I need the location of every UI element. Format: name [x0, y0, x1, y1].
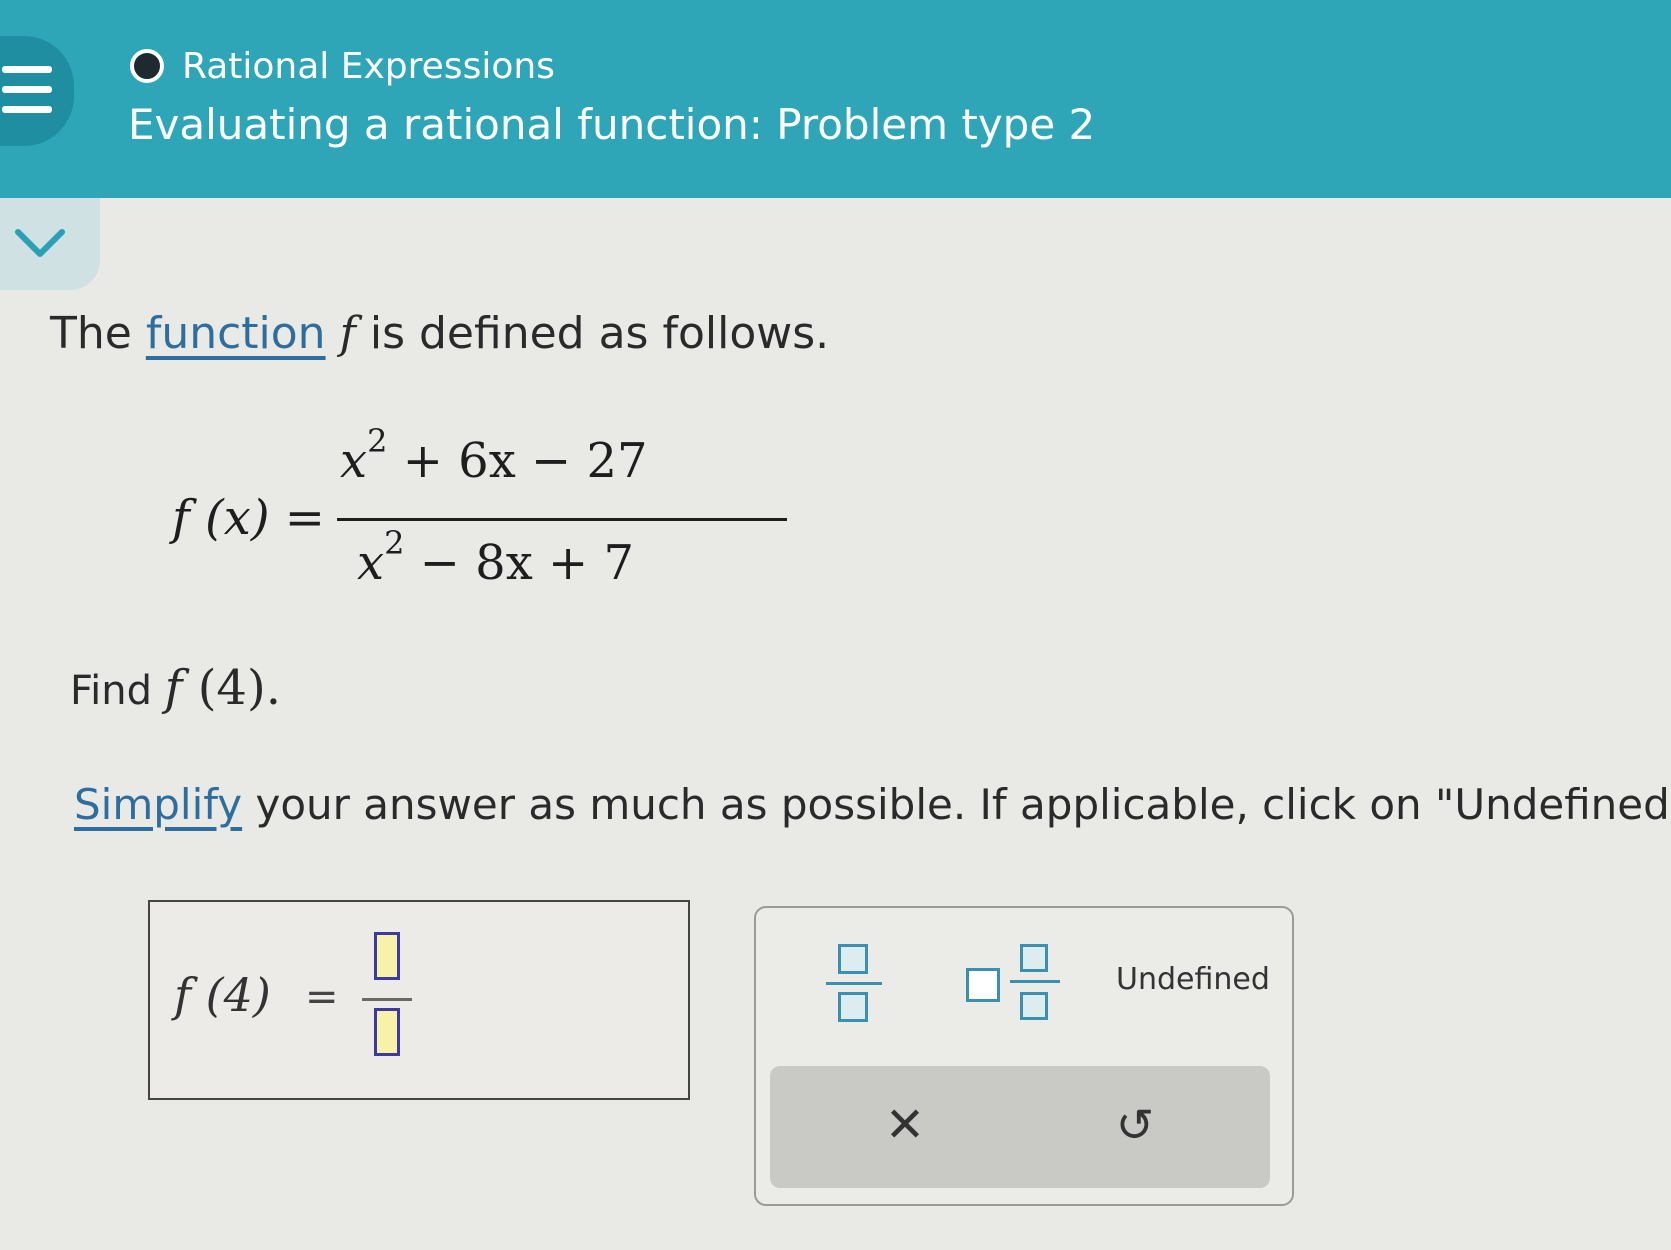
mixed-number-key[interactable]	[966, 944, 1066, 1026]
numerator-exponent: 2	[367, 422, 388, 460]
mixed-bottom-icon	[1020, 992, 1048, 1020]
action-bar: ✕ ↺	[770, 1066, 1270, 1188]
find-variable: f	[164, 660, 183, 716]
intro-variable: f	[339, 308, 356, 359]
answer-equals: =	[305, 974, 339, 1020]
fraction-key-bottom-icon	[838, 992, 868, 1022]
answer-fraction-bar	[362, 998, 412, 1001]
fraction-key-top-icon	[838, 944, 868, 974]
find-argument: (4).	[182, 660, 281, 716]
collapse-button[interactable]	[0, 198, 100, 290]
instruction: Simplify your answer as much as possible…	[74, 780, 1670, 829]
menu-icon-bar	[2, 106, 52, 113]
menu-icon-bar	[2, 86, 52, 93]
numerator-rest: + 6x − 27	[387, 433, 648, 489]
intro-suffix: is defined as follows.	[355, 308, 830, 359]
chevron-down-icon	[15, 229, 65, 257]
instruction-text: your answer as much as possible. If appl…	[242, 780, 1670, 829]
denominator-x: x	[357, 535, 385, 591]
page-title: Evaluating a rational function: Problem …	[128, 100, 1096, 149]
find-prompt: Find f (4).	[70, 660, 281, 716]
undefined-button[interactable]: Undefined	[1116, 962, 1270, 997]
topic-row: Rational Expressions	[130, 44, 555, 88]
answer-lhs: f (4)	[174, 968, 271, 1022]
formula-lhs: f (x) =	[172, 490, 326, 546]
find-label: Find	[70, 668, 165, 714]
undo-icon: ↺	[1115, 1098, 1155, 1152]
topic-dot-icon	[130, 49, 164, 83]
topic-label: Rational Expressions	[182, 45, 555, 87]
function-link[interactable]: function	[146, 308, 326, 359]
denominator-rest: − 8x + 7	[404, 535, 635, 591]
undo-button[interactable]: ↺	[1100, 1090, 1170, 1160]
formula-numerator: x2 + 6x − 27	[340, 422, 648, 489]
answer-box: f (4) =	[148, 900, 690, 1100]
formula-denominator: x2 − 8x + 7	[357, 524, 635, 591]
close-icon: ✕	[884, 1097, 926, 1153]
mixed-top-icon	[1020, 944, 1048, 972]
mixed-whole-icon	[966, 968, 1000, 1002]
menu-icon	[2, 66, 52, 73]
simplify-link[interactable]: Simplify	[74, 780, 242, 829]
fraction-key[interactable]	[826, 944, 882, 1026]
fraction-key-bar	[826, 982, 882, 985]
menu-button[interactable]	[0, 36, 74, 146]
denominator-exponent: 2	[384, 524, 405, 562]
numerator-input[interactable]	[374, 932, 400, 980]
problem-intro: The function f is defined as follows.	[50, 308, 829, 359]
denominator-input[interactable]	[374, 1008, 400, 1056]
intro-prefix: The	[50, 308, 146, 359]
clear-button[interactable]: ✕	[870, 1090, 940, 1160]
top-header: Rational Expressions Evaluating a ration…	[0, 0, 1671, 198]
numerator-x: x	[340, 433, 368, 489]
fraction-bar	[337, 518, 787, 521]
math-keypad: Undefined ✕ ↺	[754, 906, 1294, 1206]
mixed-key-bar	[1010, 980, 1060, 983]
